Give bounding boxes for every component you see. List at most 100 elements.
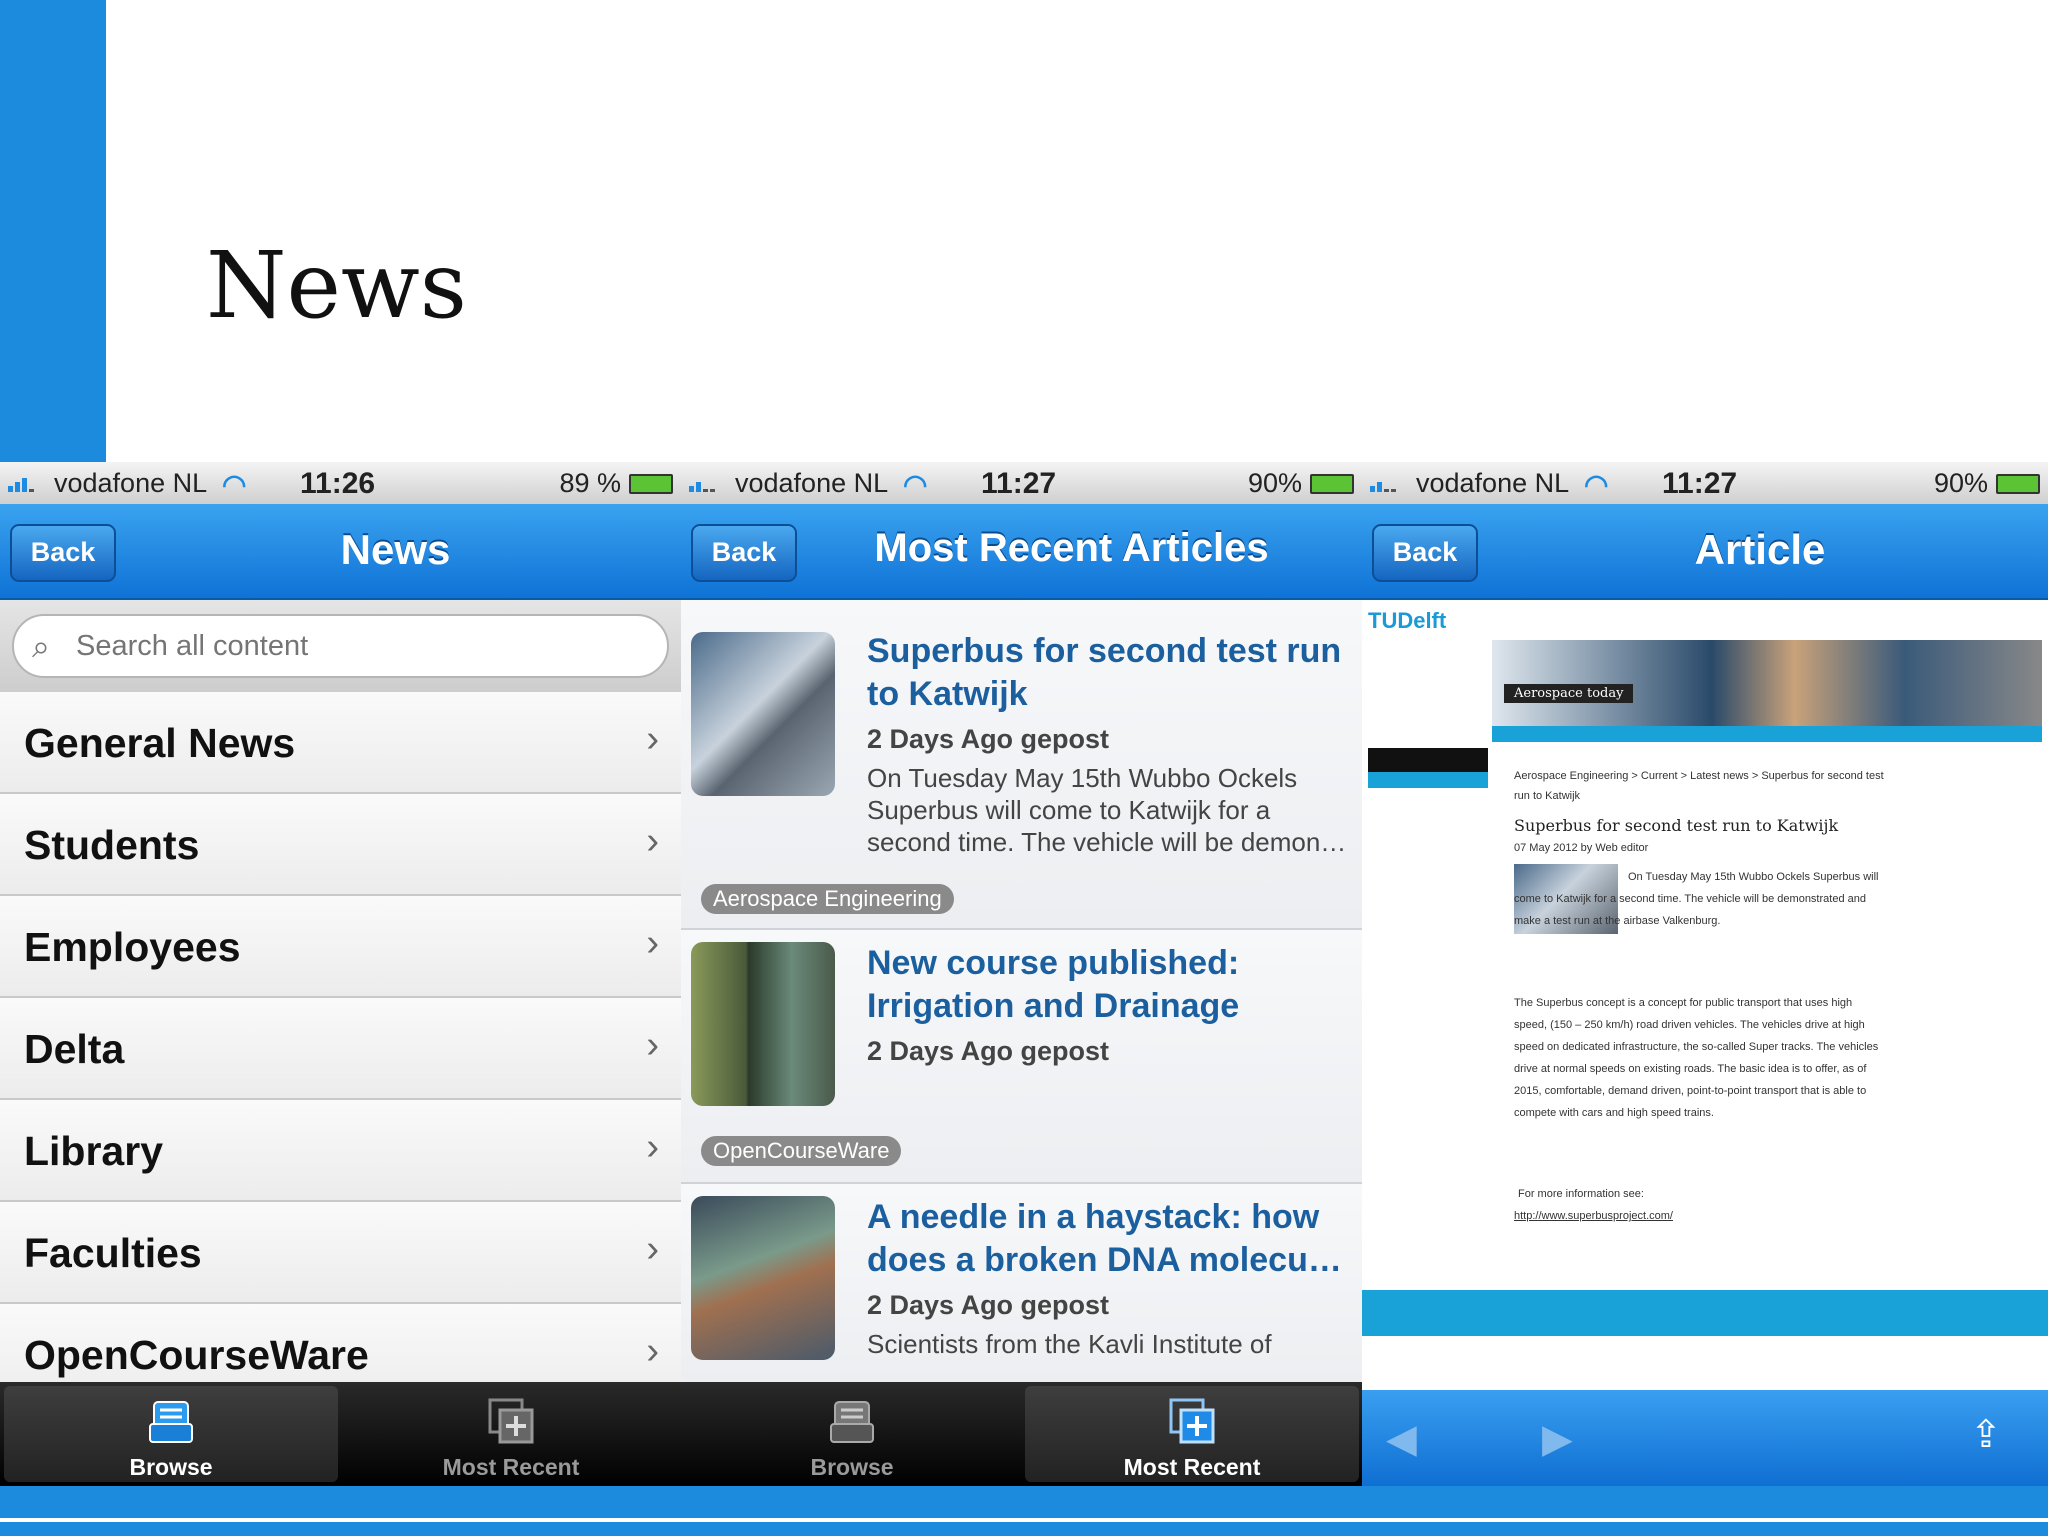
article-title: Superbus for second test run to Katwijk [867, 632, 1342, 713]
article-card[interactable]: New course published: Irrigation and Dra… [681, 930, 1362, 1184]
list-item-label: Library [24, 1128, 163, 1174]
tab-label: Browse [810, 1454, 894, 1480]
battery-icon [629, 474, 673, 494]
nav-bar: Back Most Recent Articles [681, 504, 1362, 600]
list-item-delta[interactable]: Delta › [0, 998, 681, 1100]
article-date: 2 Days Ago gepost [867, 724, 1110, 754]
battery-icon [1996, 474, 2040, 494]
list-item-library[interactable]: Library › [0, 1100, 681, 1202]
more-info-text: For more information see: [1518, 1188, 1644, 1200]
chevron-right-icon: › [646, 1330, 659, 1372]
list-item-label: OpenCourseWare [24, 1332, 369, 1378]
list-item-employees[interactable]: Employees › [0, 896, 681, 998]
tab-label: Most Recent [1123, 1454, 1261, 1480]
tudelft-logo: TUDelft [1368, 608, 1447, 633]
phone-screen-recent: vodafone NL ◠ 11:27 90% Back Most Recent… [681, 462, 1362, 1486]
search-icon: ⌕ [32, 628, 50, 664]
tab-most-recent[interactable]: Most Recent [344, 1386, 678, 1482]
tab-most-recent[interactable]: Most Recent [1025, 1386, 1359, 1482]
article-card[interactable]: Superbus for second test run to Katwijk … [681, 600, 1362, 930]
article-thumbnail [691, 1196, 835, 1360]
nav-bar: Back News [0, 504, 681, 600]
list-item-label: Delta [24, 1026, 125, 1072]
phone-screen-news: vodafone NL ◠ 11:26 89 % Back News ⌕ Gen… [0, 462, 681, 1486]
wifi-icon: ◠ [1584, 469, 1609, 500]
search-input[interactable] [76, 626, 576, 666]
browse-icon [830, 1401, 874, 1443]
back-button[interactable]: Back [691, 524, 797, 582]
sidebar-menu[interactable] [1368, 748, 1488, 772]
article-tag[interactable]: OpenCourseWare [701, 1136, 902, 1166]
status-bar: vodafone NL ◠ 11:27 90% [1362, 462, 2048, 504]
tab-label: Most Recent [442, 1454, 580, 1480]
tab-browse[interactable]: Browse [4, 1386, 338, 1482]
tab-browse[interactable]: Browse [685, 1386, 1019, 1482]
browse-icon [149, 1401, 193, 1443]
nav-bar: Back Article [1362, 504, 2048, 600]
browser-toolbar: ◀ ▶ ⇪ [1362, 1390, 2048, 1486]
article-date: 2 Days Ago gepost [867, 1290, 1110, 1320]
header-banner: Aerospace today [1492, 640, 2042, 726]
wifi-icon: ◠ [222, 469, 247, 500]
forward-arrow-icon[interactable]: ▶ [1542, 1416, 1573, 1462]
carrier-label: vodafone NL [735, 468, 889, 498]
back-arrow-icon[interactable]: ◀ [1386, 1416, 1417, 1462]
slide: News vodafone NL ◠ 11:26 89 % Back News … [0, 0, 2048, 1536]
article-date: 2 Days Ago gepost [867, 1036, 1110, 1066]
list-item-label: General News [24, 720, 296, 766]
list-item-faculties[interactable]: Faculties › [0, 1202, 681, 1304]
status-bar: vodafone NL ◠ 11:26 89 % [0, 462, 681, 504]
tab-bar: Browse Most Recent [681, 1382, 1362, 1486]
search-bar: ⌕ [0, 600, 681, 692]
carrier-label: vodafone NL [1416, 468, 1570, 498]
add-page-icon [488, 1398, 534, 1444]
tab-bar: Browse Most Recent [0, 1382, 681, 1486]
nav-title: Article [1694, 526, 1826, 573]
chevron-right-icon: › [646, 820, 659, 862]
battery-percent: 89 % [559, 468, 621, 498]
chevron-right-icon: › [646, 1024, 659, 1066]
article-paragraph: On Tuesday May 15th Wubbo Ockels Superbu… [1514, 871, 1879, 927]
category-list: General News › Students › Employees › Delta… [0, 692, 681, 1406]
web-view[interactable]: TUDelft Aerospace today Aerospace Engine… [1362, 600, 2048, 1390]
article-paragraph: The Superbus concept is a concept for pu… [1514, 997, 1879, 1119]
battery-percent: 90% [1933, 468, 1988, 498]
signal-icon [8, 474, 44, 492]
article-summary: On Tuesday May 15th Wubbo Ockels Superbu… [867, 763, 1347, 857]
chevron-right-icon: › [646, 718, 659, 760]
banner-caption: Aerospace today [1504, 684, 1634, 703]
back-button[interactable]: Back [1372, 524, 1478, 582]
article-card[interactable]: A needle in a haystack: how does a broke… [681, 1184, 1362, 1384]
sidebar-menu-item[interactable] [1368, 772, 1488, 788]
site-menu-bar[interactable] [1492, 726, 2042, 742]
list-item-label: Students [24, 822, 200, 868]
breadcrumb[interactable]: Aerospace Engineering > Current > Latest… [1514, 766, 1894, 806]
search-field[interactable]: ⌕ [12, 614, 669, 678]
superbus-link[interactable]: http://www.superbusproject.com/ [1514, 1210, 1673, 1222]
share-icon[interactable]: ⇪ [1970, 1412, 2026, 1456]
article-summary: Scientists from the Kavli Institute of [867, 1329, 1272, 1359]
list-item-students[interactable]: Students › [0, 794, 681, 896]
phone-screen-article: vodafone NL ◠ 11:27 90% Back Article TUD… [1362, 462, 2048, 1486]
wifi-icon: ◠ [903, 469, 928, 500]
battery-icon [1310, 474, 1354, 494]
slide-title: News [206, 232, 467, 339]
article-title: A needle in a haystack: how does a broke… [867, 1198, 1342, 1279]
clock: 11:27 [981, 467, 1057, 500]
list-item-general-news[interactable]: General News › [0, 692, 681, 794]
back-button[interactable]: Back [10, 524, 116, 582]
clock: 11:27 [1662, 467, 1738, 500]
nav-title: Most Recent Articles [874, 526, 1269, 570]
article-title: New course published: Irrigation and Dra… [867, 944, 1240, 1025]
signal-icon [689, 474, 725, 492]
chevron-right-icon: › [646, 1228, 659, 1270]
article-thumbnail [691, 632, 835, 796]
battery-percent: 90% [1247, 468, 1302, 498]
accent-bar [0, 0, 106, 462]
article-tag[interactable]: Aerospace Engineering [701, 884, 954, 914]
chevron-right-icon: › [646, 1126, 659, 1168]
article-byline: 07 May 2012 by Web editor [1514, 842, 1649, 854]
site-footer [1362, 1290, 2048, 1336]
status-bar: vodafone NL ◠ 11:27 90% [681, 462, 1362, 504]
list-item-label: Employees [24, 924, 241, 970]
